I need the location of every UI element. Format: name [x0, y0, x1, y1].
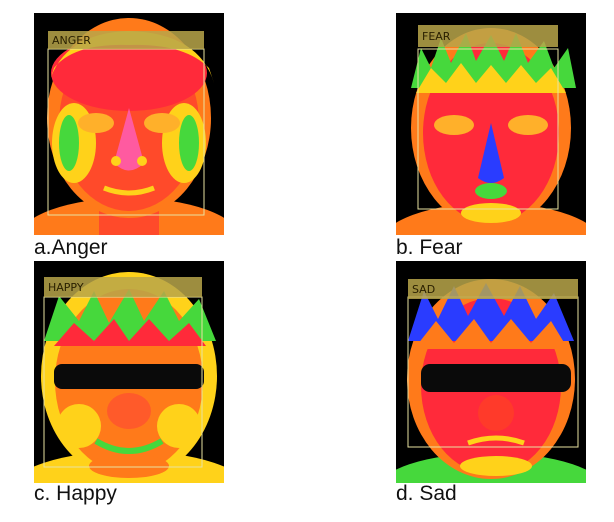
- thermal-image-anger: ANGER: [34, 13, 224, 235]
- thermal-face-happy: HAPPY: [34, 261, 224, 483]
- thermal-image-fear: FEAR: [396, 13, 586, 235]
- caption-anger: a.Anger: [34, 236, 108, 259]
- tag-label: HAPPY: [48, 281, 84, 294]
- caption-happy: c. Happy: [34, 482, 117, 505]
- caption-fear: b. Fear: [396, 236, 463, 259]
- thermal-face-fear: FEAR: [396, 13, 586, 235]
- caption-sad: d. Sad: [396, 482, 457, 505]
- tag-label: ANGER: [52, 34, 91, 47]
- thermal-face-anger: ANGER: [34, 13, 224, 235]
- thermal-face-sad: SAD: [396, 261, 586, 483]
- tag-label: SAD: [412, 283, 435, 296]
- tag-label: FEAR: [422, 30, 451, 43]
- thermal-image-sad: SAD: [396, 261, 586, 483]
- thermal-image-happy: HAPPY: [34, 261, 224, 483]
